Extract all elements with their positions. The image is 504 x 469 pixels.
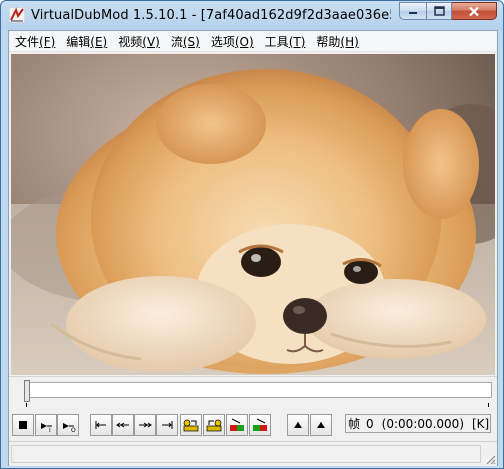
menu-streams[interactable]: 流(S)	[165, 31, 205, 51]
stop-icon	[19, 421, 27, 429]
menu-file-accelerator: (F)	[39, 35, 56, 49]
step-forward-button[interactable]	[134, 414, 156, 436]
menu-video-accelerator: (V)	[142, 35, 160, 49]
next-key-icon	[206, 419, 222, 432]
step-back-icon	[116, 422, 129, 428]
menu-file[interactable]: 文件(F)	[9, 31, 60, 51]
menu-file-label: 文件	[15, 35, 40, 49]
mark-in-button[interactable]	[287, 414, 309, 436]
virtualdub-app-icon[interactable]	[9, 7, 25, 23]
title-bar[interactable]: VirtualDubMod 1.5.10.1 - [7af40ad162d9f2…	[1, 1, 503, 31]
app-window: VirtualDubMod 1.5.10.1 - [7af40ad162d9f2…	[0, 0, 504, 469]
next-key-button[interactable]	[203, 414, 225, 436]
step-forward-icon	[139, 422, 152, 428]
frame-time: (0:00:00.000)	[381, 416, 464, 431]
menu-bar: 文件(F) 编辑(E) 视频(V) 流(S) 选项(O) 工具(T) 帮助(H)	[9, 31, 497, 52]
window-title: VirtualDubMod 1.5.10.1 - [7af40ad162d9f2…	[31, 8, 391, 23]
menu-edit[interactable]: 编辑(E)	[60, 31, 112, 51]
play-output-button[interactable]: O	[57, 414, 79, 436]
go-end-button[interactable]	[156, 414, 178, 436]
svg-text:O: O	[71, 427, 76, 433]
frame-type: [K]	[472, 416, 490, 431]
prev-key-icon	[183, 419, 199, 432]
menu-help-accelerator: (H)	[340, 35, 359, 49]
stop-button[interactable]	[12, 414, 34, 436]
client-area: 文件(F) 编辑(E) 视频(V) 流(S) 选项(O) 工具(T) 帮助(H)	[8, 30, 498, 466]
scene-forward-icon	[253, 418, 267, 431]
mark-in-icon	[294, 422, 302, 428]
maximize-icon	[433, 6, 445, 16]
menu-edit-accelerator: (E)	[90, 35, 108, 49]
menu-tools-accelerator: (T)	[288, 35, 306, 49]
trackbar-groove[interactable]	[24, 382, 492, 398]
pomeranian-puppy-image	[11, 54, 495, 375]
play-input-icon: I	[41, 423, 52, 433]
minimize-icon	[409, 12, 417, 14]
close-icon	[469, 6, 479, 16]
trackbar-tick-start	[26, 403, 27, 407]
menu-edit-label: 编辑	[66, 35, 91, 49]
mark-out-icon	[317, 422, 325, 428]
play-input-button[interactable]: I	[35, 414, 57, 436]
prev-key-button[interactable]	[180, 414, 202, 436]
menu-video-label: 视频	[118, 35, 143, 49]
menu-options-accelerator: (O)	[234, 35, 254, 49]
status-text-pane	[11, 445, 481, 463]
video-pane	[11, 54, 495, 375]
play-output-icon: O	[63, 423, 76, 433]
resize-grip-icon[interactable]	[484, 453, 496, 465]
go-start-button[interactable]	[90, 414, 112, 436]
frame-label: 帧	[348, 417, 361, 431]
menu-tools[interactable]: 工具(T)	[259, 31, 311, 51]
menu-tools-label: 工具	[264, 35, 289, 49]
frame-number: 0	[366, 416, 374, 431]
step-back-button[interactable]	[112, 414, 134, 436]
go-start-icon	[95, 421, 106, 429]
maximize-button[interactable]	[426, 2, 452, 20]
menu-help-label: 帮助	[316, 35, 341, 49]
svg-text:I: I	[49, 427, 51, 433]
menu-options-label: 选项	[210, 35, 235, 49]
mark-out-button[interactable]	[310, 414, 332, 436]
scene-back-button[interactable]	[226, 414, 248, 436]
status-bar	[9, 441, 497, 466]
trackbar-tick-end	[488, 403, 489, 407]
scene-back-icon	[230, 418, 244, 431]
menu-options[interactable]: 选项(O)	[205, 31, 259, 51]
menu-streams-accelerator: (S)	[182, 35, 200, 49]
position-trackbar[interactable]	[9, 376, 497, 409]
scene-forward-button[interactable]	[249, 414, 271, 436]
menu-video[interactable]: 视频(V)	[112, 31, 165, 51]
minimize-button[interactable]	[399, 2, 426, 20]
trackbar-thumb[interactable]	[24, 380, 30, 402]
go-end-icon	[162, 421, 173, 429]
menu-help[interactable]: 帮助(H)	[310, 31, 363, 51]
close-button[interactable]	[452, 2, 497, 20]
menu-streams-label: 流	[170, 35, 183, 49]
frame-indicator: 帧 0 (0:00:00.000) [K]	[345, 414, 491, 433]
playback-toolbar: I O 帧 0 (0:00:00.000) [K]	[9, 411, 497, 439]
window-controls	[399, 2, 497, 21]
